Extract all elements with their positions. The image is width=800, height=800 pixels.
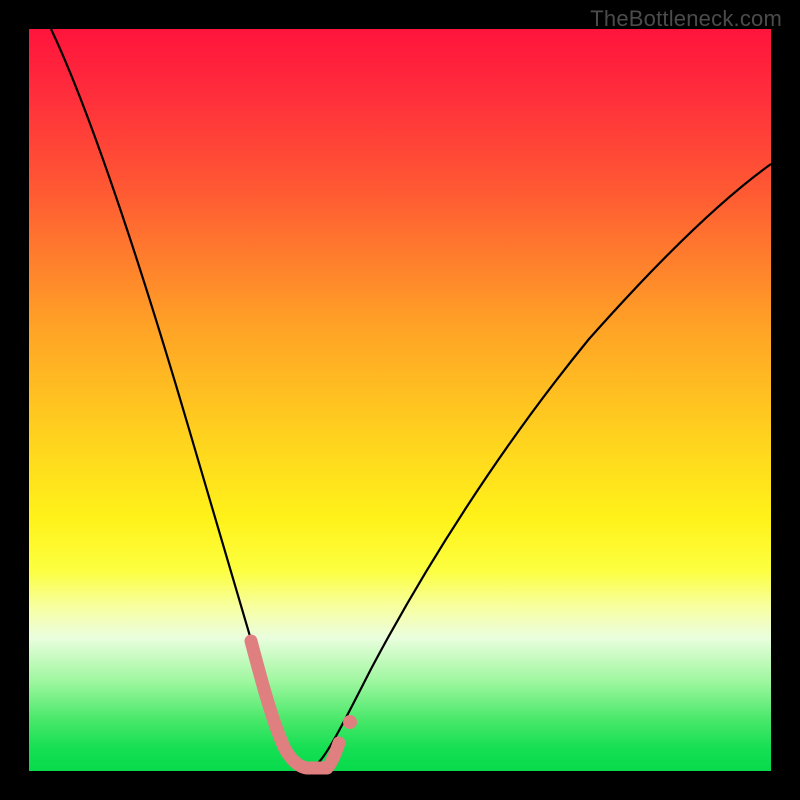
highlight-end-dot xyxy=(343,715,357,729)
curve-layer xyxy=(29,29,771,771)
chart-frame: TheBottleneck.com xyxy=(0,0,800,800)
bottleneck-curve xyxy=(51,29,771,766)
watermark-text: TheBottleneck.com xyxy=(590,6,782,32)
highlight-valley xyxy=(251,641,339,768)
